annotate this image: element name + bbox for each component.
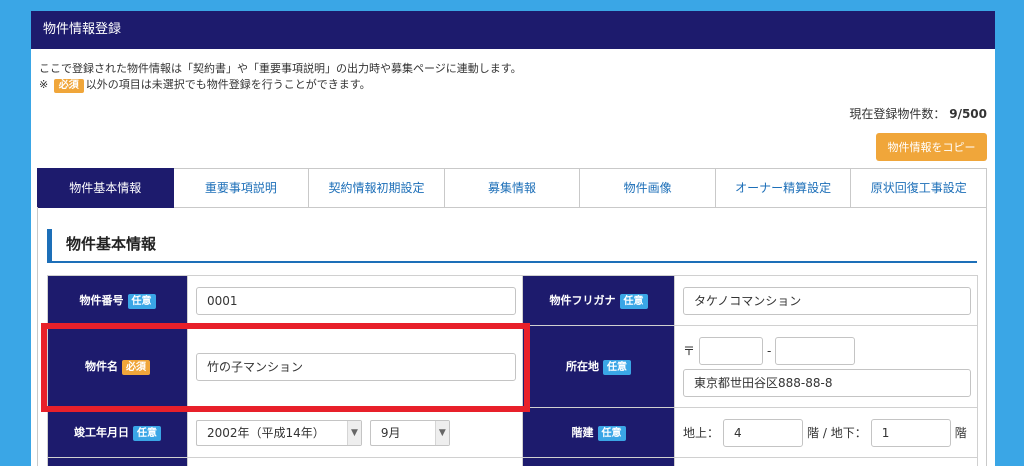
completion-month-select[interactable]: 9月 ▼: [369, 419, 450, 446]
tab-property-images[interactable]: 物件画像: [580, 168, 716, 208]
floors-label: 階建 任意: [522, 407, 675, 458]
tab-important-matters[interactable]: 重要事項説明: [173, 168, 310, 208]
required-badge: 必須: [53, 79, 84, 93]
property-registration-panel: 物件情報登録 ここで登録された物件情報は「契約書」や「重要事項説明」の出力時や募…: [31, 11, 995, 466]
optional-badge: 任意: [619, 294, 648, 309]
required-badge: 必須: [122, 360, 150, 375]
property-kana-input[interactable]: タケノコマンション: [683, 286, 971, 315]
copy-property-button[interactable]: 物件情報をコピー: [876, 133, 987, 161]
optional-badge: 任意: [603, 360, 631, 375]
postal-code-1-input[interactable]: [699, 336, 764, 365]
property-name-label: 物件名 必須: [47, 325, 188, 408]
tab-restoration-work[interactable]: 原状回復工事設定: [851, 168, 988, 208]
chevron-down-icon: ▼: [434, 420, 449, 445]
property-name-input[interactable]: 竹の子マンション: [196, 352, 516, 381]
notice-line-2: ※ 必須 以外の項目は未選択でも物件登録を行うことができます。: [39, 77, 522, 93]
floors-suffix: 階: [954, 426, 967, 440]
optional-badge: 任意: [127, 294, 156, 309]
tab-bar: 物件基本情報 重要事項説明 契約情報初期設定 募集情報 物件画像 オーナー精算設…: [37, 168, 988, 208]
next-row-label-2: [522, 457, 675, 466]
floors-mid-label: 階 / 地下：: [807, 426, 867, 440]
property-number-label: 物件番号 任意: [47, 275, 188, 326]
floors-above-label: 地上：: [683, 426, 720, 440]
postal-code-2-input[interactable]: [775, 336, 856, 365]
notice-line-1: ここで登録された物件情報は「契約書」や「重要事項説明」の出力時や募集ページに連動…: [39, 62, 522, 75]
floors-below-input[interactable]: 1: [870, 418, 951, 447]
notice-text: ここで登録された物件情報は「契約書」や「重要事項説明」の出力時や募集ページに連動…: [39, 61, 522, 93]
postal-mark: 〒: [683, 344, 696, 358]
property-form-table: 物件番号 任意 0001 物件フリガナ 任意 タケノコマンション 物件名 必須 竹の子…: [47, 275, 978, 466]
tab-contract-defaults[interactable]: 契約情報初期設定: [309, 168, 445, 208]
postal-separator: -: [767, 343, 772, 358]
property-count-label: 現在登録物件数：: [849, 107, 946, 121]
tab-content: 物件基本情報 物件番号任意 0001 物件フリガナ任意 タケノコマンション: [37, 207, 987, 466]
optional-badge: 任意: [133, 426, 161, 441]
tab-recruitment[interactable]: 募集情報: [444, 168, 581, 208]
property-number-input[interactable]: 0001: [196, 286, 516, 315]
notice-suffix: 以外の項目は未選択でも物件登録を行うことができます。: [85, 78, 371, 91]
tab-owner-settlement[interactable]: オーナー精算設定: [715, 168, 852, 208]
address-input[interactable]: 東京都世田谷区888-88-8: [683, 368, 971, 397]
floors-above-input[interactable]: 4: [723, 418, 804, 447]
notice-mark: ※: [39, 78, 49, 91]
completion-date-label: 竣工年月日 任意: [47, 407, 188, 458]
chevron-down-icon: ▼: [347, 420, 361, 445]
location-label: 所在地 任意: [522, 325, 675, 408]
completion-year-select[interactable]: 2002年（平成14年） ▼: [196, 419, 362, 446]
optional-badge: 任意: [597, 426, 626, 441]
property-kana-label: 物件フリガナ 任意: [522, 275, 675, 326]
property-count: 現在登録物件数： 9/500: [849, 105, 987, 122]
property-count-value: 9/500: [949, 107, 987, 121]
panel-title: 物件情報登録: [31, 11, 995, 49]
tab-basic-info[interactable]: 物件基本情報: [37, 168, 174, 208]
next-row-label: [47, 457, 188, 466]
section-title: 物件基本情報: [47, 229, 977, 263]
